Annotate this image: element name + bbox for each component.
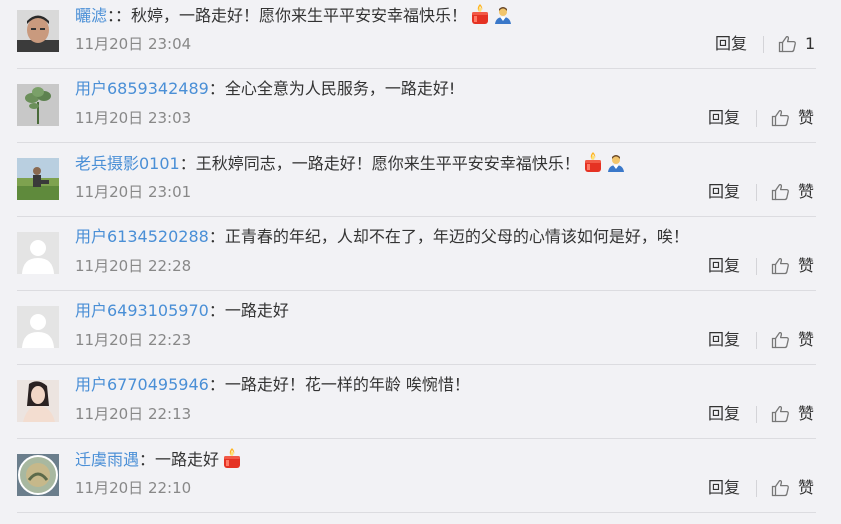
candle-emoji-icon [582, 151, 604, 180]
person-emoji-icon [493, 5, 513, 32]
username-link[interactable]: 迁虞雨遇 [75, 450, 139, 469]
like-button[interactable]: 赞 [771, 106, 814, 130]
like-count: 赞 [798, 330, 815, 349]
reply-button[interactable]: 回复 [708, 181, 740, 203]
username-separator: ： [139, 450, 156, 469]
like-count: 赞 [798, 182, 815, 201]
like-count: 赞 [798, 256, 815, 275]
thumbs-up-icon [771, 183, 790, 201]
like-button[interactable]: 赞 [771, 402, 814, 426]
avatar[interactable] [17, 158, 59, 200]
reply-button[interactable]: 回复 [708, 107, 740, 129]
thumbs-up-icon [778, 35, 797, 53]
comment-row: 曬滤：：秋婷，一路走好！愿你来生平平安安幸福快乐！ 11月20日 23:04 回复 1 [0, 0, 841, 69]
comment-body: 用户6134520288：正青春的年纪，人却不在了，年迈的父母的心情该如何是好，… [75, 225, 689, 249]
reply-button[interactable]: 回复 [708, 403, 740, 425]
username-link[interactable]: 曬滤 [75, 6, 107, 25]
like-button[interactable]: 赞 [771, 180, 814, 204]
username-link[interactable]: 用户6493105970 [75, 301, 209, 320]
like-button[interactable]: 赞 [771, 476, 814, 500]
like-button[interactable]: 赞 [771, 254, 814, 278]
comment-time: 11月20日 22:23 [75, 331, 192, 349]
comment-body: 老兵摄影0101：王秋婷同志，一路走好！愿你来生平平安安幸福快乐！ [75, 151, 626, 180]
person-emoji-icon [606, 153, 626, 180]
thumbs-up-icon [771, 331, 790, 349]
username-separator: ： [179, 154, 196, 173]
thumbs-up-icon [771, 257, 790, 275]
like-button[interactable]: 1 [778, 32, 815, 56]
avatar[interactable] [17, 84, 59, 126]
like-count: 赞 [798, 404, 815, 423]
comment-row: 用户6859342489：全心全意为人民服务，一路走好! 11月20日 23:03… [0, 69, 841, 143]
username-separator: ： [208, 301, 225, 320]
username-link[interactable]: 老兵摄影0101 [75, 154, 180, 173]
action-separator [756, 110, 757, 127]
username-separator: ： [208, 227, 225, 246]
username-separator: ： [208, 375, 225, 394]
comment-row: 老兵摄影0101：王秋婷同志，一路走好！愿你来生平平安安幸福快乐！ 11月20日 … [0, 143, 841, 217]
comment-body: 用户6493105970：一路走好 [75, 299, 289, 323]
thumbs-up-icon [771, 109, 790, 127]
username-link[interactable]: 用户6859342489 [75, 79, 209, 98]
action-separator [756, 480, 757, 497]
comment-text: 王秋婷同志，一路走好！愿你来生平平安安幸福快乐！ [195, 154, 580, 173]
comment-time: 11月20日 23:03 [75, 109, 192, 127]
row-divider [17, 512, 816, 513]
avatar[interactable] [17, 454, 59, 496]
comment-text: 正青春的年纪，人却不在了，年迈的父母的心情该如何是好，唉！ [224, 227, 689, 246]
comment-time: 11月20日 22:13 [75, 405, 192, 423]
avatar[interactable] [17, 306, 59, 348]
comment-time: 11月20日 23:04 [75, 35, 192, 53]
comment-row: 用户6134520288：正青春的年纪，人却不在了，年迈的父母的心情该如何是好，… [0, 217, 841, 291]
action-separator [756, 332, 757, 349]
username-link[interactable]: 用户6770495946 [75, 375, 209, 394]
comment-time: 11月20日 23:01 [75, 183, 192, 201]
avatar[interactable] [17, 232, 59, 274]
comment-row: 迁虞雨遇：一路走好 11月20日 22:10 回复 赞 [0, 439, 841, 513]
comment-time: 11月20日 22:10 [75, 479, 192, 497]
action-separator [756, 184, 757, 201]
like-count: 赞 [798, 108, 815, 127]
comment-time: 11月20日 22:28 [75, 257, 192, 275]
comment-text: ：秋婷，一路走好！愿你来生平平安安幸福快乐！ [115, 6, 468, 25]
comment-body: 曬滤：：秋婷，一路走好！愿你来生平平安安幸福快乐！ [75, 3, 513, 32]
reply-button[interactable]: 回复 [715, 33, 747, 55]
username-separator: ： [208, 79, 225, 98]
comment-body: 迁虞雨遇：一路走好 [75, 447, 243, 476]
avatar[interactable] [17, 10, 59, 52]
action-separator [756, 406, 757, 423]
username-link[interactable]: 用户6134520288 [75, 227, 209, 246]
comment-body: 用户6859342489：全心全意为人民服务，一路走好! [75, 77, 455, 101]
avatar[interactable] [17, 380, 59, 422]
comment-text: 全心全意为人民服务，一路走好! [224, 79, 456, 98]
candle-emoji-icon [221, 447, 243, 476]
comment-text: 一路走好 [155, 450, 220, 469]
candle-emoji-icon [469, 3, 491, 32]
action-separator [756, 258, 757, 275]
username-separator: ： [107, 6, 116, 25]
like-count: 1 [805, 34, 816, 53]
like-button[interactable]: 赞 [771, 328, 814, 352]
comment-text: 一路走好 [224, 301, 289, 320]
reply-button[interactable]: 回复 [708, 329, 740, 351]
comment-row: 用户6770495946：一路走好！花一样的年龄 唉惋惜！ 11月20日 22:1… [0, 365, 841, 439]
thumbs-up-icon [771, 405, 790, 423]
action-separator [763, 36, 764, 53]
reply-button[interactable]: 回复 [708, 255, 740, 277]
reply-button[interactable]: 回复 [708, 477, 740, 499]
comment-list: 曬滤：：秋婷，一路走好！愿你来生平平安安幸福快乐！ 11月20日 23:04 回复 1… [0, 0, 841, 524]
thumbs-up-icon [771, 479, 790, 497]
comment-body: 用户6770495946：一路走好！花一样的年龄 唉惋惜！ [75, 373, 470, 397]
comment-text: 一路走好！花一样的年龄 唉惋惜！ [224, 375, 470, 394]
like-count: 赞 [798, 478, 815, 497]
comment-row: 用户6493105970：一路走好 11月20日 22:23 回复 赞 [0, 291, 841, 365]
